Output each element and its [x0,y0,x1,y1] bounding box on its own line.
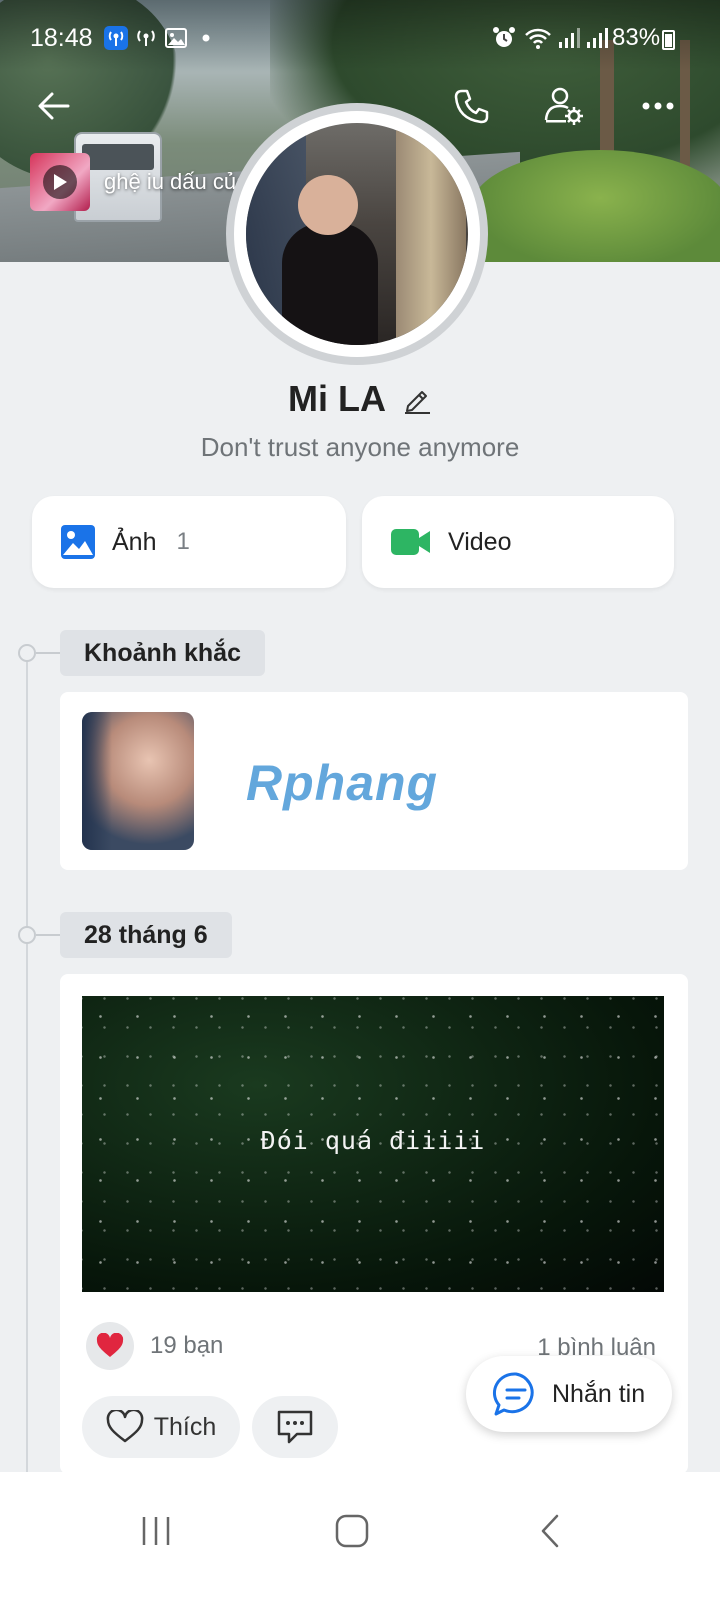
timeline-connector [36,652,60,654]
back-nav-button[interactable] [520,1506,580,1556]
photos-label: Ảnh [112,527,157,556]
reaction-summary[interactable]: 19 bạn [86,1322,223,1370]
alarm-icon [493,27,515,47]
message-button[interactable]: Nhắn tin [466,1356,672,1432]
post-image[interactable]: Đói quá điiiii [82,996,664,1292]
pencil-icon[interactable] [402,384,432,414]
watermark-logo: Rphang [246,754,438,812]
profile-settings-button[interactable] [542,84,586,128]
message-label: Nhắn tin [552,1379,646,1408]
chevron-left-icon [541,1514,559,1548]
status-bar: 18:48 83% [0,0,720,80]
phone-icon [454,89,489,124]
home-icon [335,1514,369,1548]
profile-name-row: Mi LA [0,378,720,420]
like-label: Thích [153,1412,217,1441]
photos-count: 1 [176,528,190,555]
hotspot-icon [104,26,128,50]
reaction-count: 19 bạn [150,1332,224,1359]
system-navigation-bar [0,1472,720,1600]
moments-label: Khoảnh khắc [60,630,265,676]
status-time: 18:48 [30,24,93,52]
videos-label: Video [448,527,512,556]
more-options-button[interactable] [636,84,680,128]
battery-percentage: 83% [612,24,661,51]
battery-icon [662,30,675,50]
videos-button[interactable]: Video [362,496,674,588]
user-settings-icon [544,87,583,125]
photos-button[interactable]: Ảnh 1 [32,496,346,588]
profile-name: Mi LA [288,378,386,419]
avatar-background [396,123,466,345]
timeline-dot [18,644,36,662]
play-icon [43,165,77,199]
timeline-line [26,652,28,1482]
timeline-dot [18,926,36,944]
like-button[interactable]: Thích [82,1396,240,1458]
comment-button[interactable] [252,1396,338,1458]
profile-music[interactable]: ghệ iu dấu của [30,152,248,212]
home-button[interactable] [322,1506,382,1556]
avatar[interactable] [246,123,468,345]
post-caption: Đói quá điiiii [260,1126,486,1155]
music-title: ghệ iu dấu của [104,169,249,194]
arrow-left-icon [38,92,70,120]
heart-reaction-icon [86,1322,134,1370]
gallery-notification-icon [165,28,187,48]
watermark-text: Rphang [246,755,439,811]
avatar-figure [282,223,378,345]
dot-icon [202,34,210,42]
more-horizontal-icon [642,102,674,110]
wifi-calling-icon [137,30,155,46]
signal-icon [559,28,580,48]
cover-bush [470,150,720,262]
recents-icon [142,1517,170,1545]
signal-icon [587,28,608,48]
chat-icon [492,1372,534,1416]
recent-apps-button[interactable] [126,1506,186,1556]
moment-thumbnail[interactable] [82,712,194,850]
video-icon [391,529,430,555]
heart-outline-icon [106,1410,144,1443]
back-button[interactable] [32,84,76,128]
wifi-icon [525,28,551,49]
music-thumbnail [30,153,90,211]
call-button[interactable] [450,84,494,128]
profile-bio: Don't trust anyone anymore [200,432,520,462]
avatar-face [298,175,358,235]
timeline-connector [36,934,60,936]
comment-icon [277,1410,313,1444]
moments-card: Rphang [60,692,688,870]
date-label: 28 tháng 6 [60,912,232,958]
image-icon [61,525,95,559]
